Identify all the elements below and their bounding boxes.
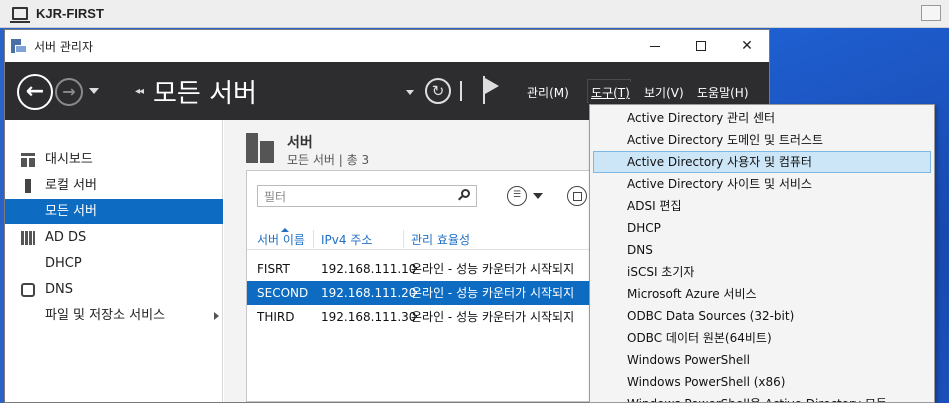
breadcrumb-arrows[interactable]: ◂◂ (135, 86, 144, 97)
refresh-icon: ↻ (431, 82, 445, 100)
cell-server-name: THIRD (257, 310, 295, 324)
menu-view[interactable]: 보기(V) (642, 82, 686, 103)
server-icon (25, 179, 31, 193)
menu-manage[interactable]: 관리(M) (525, 82, 571, 103)
cell-ipv4: 192.168.111.20 (321, 286, 417, 300)
servers-section-icon (246, 133, 274, 163)
sidebar-item-dashboard[interactable]: 대시보드 (5, 147, 223, 172)
search-icon[interactable] (458, 189, 470, 201)
cell-manageability: 온라인 - 성능 카운터가 시작되지 (411, 262, 575, 276)
sidebar-item-all-servers[interactable]: 모든 서버 (5, 199, 223, 224)
history-dropdown-icon[interactable] (89, 88, 99, 94)
divider (460, 81, 462, 101)
window-title: 서버 관리자 (34, 40, 94, 54)
menu-item-ad-admin-center[interactable]: Active Directory 관리 센터 (593, 107, 931, 129)
back-button[interactable]: ← (17, 74, 53, 110)
column-manageability[interactable]: 관리 효율성 (411, 231, 470, 248)
cell-ipv4: 192.168.111.10 (321, 262, 417, 276)
server-manager-icon (11, 39, 27, 53)
column-ipv4[interactable]: IPv4 주소 (321, 231, 372, 248)
sidebar-item-label: 모든 서버 (45, 204, 97, 219)
list-options-dropdown-icon[interactable] (533, 193, 543, 199)
menu-tools[interactable]: 도구(T) (589, 82, 632, 103)
menu-item-powershell-x86[interactable]: Windows PowerShell (x86) (593, 371, 931, 393)
column-server-name[interactable]: 서버 이름 (257, 231, 305, 248)
sidebar: 대시보드 로컬 서버 모든 서버 AD DS DHCP DNS 파일 및 저장소… (5, 120, 223, 402)
page-title: 모든 서버 (153, 79, 257, 109)
ad-ds-icon (21, 231, 35, 245)
cell-ipv4: 192.168.111.30 (321, 310, 417, 324)
monitor-icon (10, 7, 30, 23)
maximize-button[interactable] (678, 34, 724, 58)
vm-title-bar: KJR-FIRST (0, 0, 949, 28)
menu-item-adsi-edit[interactable]: ADSI 편집 (593, 195, 931, 217)
maximize-icon (696, 41, 706, 51)
sidebar-item-label: DNS (45, 282, 73, 297)
menu-item-odbc-32[interactable]: ODBC Data Sources (32-bit) (593, 305, 931, 327)
sidebar-item-label: AD DS (45, 230, 87, 245)
menu-help[interactable]: 도움말(H) (695, 82, 751, 103)
menu-item-odbc-64[interactable]: ODBC 데이터 원본(64비트) (593, 327, 931, 349)
menu-item-powershell-ad-module[interactable]: Windows PowerShell용 Active Directory 모듈 (593, 393, 931, 402)
sidebar-item-local-server[interactable]: 로컬 서버 (5, 173, 223, 198)
section-subtitle: 모든 서버 | 총 3 (287, 153, 370, 167)
sort-ascending-icon (281, 228, 289, 232)
vm-control-button[interactable] (921, 5, 941, 21)
sidebar-item-dns[interactable]: DNS (5, 277, 223, 302)
window-title-bar[interactable]: 서버 관리자 ✕ (5, 30, 769, 62)
minimize-button[interactable] (632, 34, 678, 58)
vm-title: KJR-FIRST (36, 6, 104, 21)
cell-server-name: SECOND (257, 286, 309, 300)
arrow-left-icon: ← (25, 79, 45, 104)
arrow-right-icon: → (62, 82, 76, 101)
menu-item-iscsi-initiator[interactable]: iSCSI 초기자 (593, 261, 931, 283)
sidebar-item-label: 대시보드 (45, 152, 93, 167)
column-divider[interactable] (313, 230, 314, 248)
menu-item-dns[interactable]: DNS (593, 239, 931, 261)
sidebar-item-ad-ds[interactable]: AD DS (5, 225, 223, 250)
breadcrumb-dropdown-icon[interactable] (406, 90, 414, 95)
column-divider[interactable] (403, 230, 404, 248)
cell-manageability: 온라인 - 성능 카운터가 시작되지 (411, 310, 575, 324)
menu-item-powershell[interactable]: Windows PowerShell (593, 349, 931, 371)
sidebar-item-label: 파일 및 저장소 서비스 (45, 308, 166, 323)
menu-item-azure-services[interactable]: Microsoft Azure 서비스 (593, 283, 931, 305)
menu-item-ad-sites-services[interactable]: Active Directory 사이트 및 서비스 (593, 173, 931, 195)
filter-box[interactable] (257, 185, 477, 207)
servers-icon (21, 205, 35, 219)
dhcp-icon (21, 257, 35, 271)
close-button[interactable]: ✕ (724, 34, 770, 58)
sidebar-item-dhcp[interactable]: DHCP (5, 251, 223, 276)
section-title: 서버 (287, 135, 313, 151)
list-options-icon[interactable]: ☰ (507, 186, 527, 206)
cell-server-name: FISRT (257, 262, 290, 276)
chevron-right-icon[interactable] (214, 312, 219, 320)
minimize-icon (650, 45, 660, 47)
save-query-icon[interactable] (567, 186, 587, 206)
filter-input[interactable] (264, 189, 454, 204)
close-icon: ✕ (741, 38, 753, 54)
cell-manageability: 온라인 - 성능 카운터가 시작되지 (411, 286, 575, 300)
dashboard-icon (21, 153, 35, 167)
sidebar-item-label: DHCP (45, 256, 82, 271)
menu-item-dhcp[interactable]: DHCP (593, 217, 931, 239)
notifications-flag-icon[interactable] (483, 76, 501, 104)
refresh-button[interactable]: ↻ (425, 78, 451, 104)
sidebar-item-label: 로컬 서버 (45, 178, 97, 193)
menu-item-ad-users-computers[interactable]: Active Directory 사용자 및 컴퓨터 (593, 151, 931, 173)
sidebar-item-file-storage[interactable]: 파일 및 저장소 서비스 (5, 303, 223, 328)
file-storage-icon (21, 309, 35, 323)
dns-icon (21, 283, 35, 297)
tools-dropdown-menu: Active Directory 관리 센터 Active Directory … (589, 104, 935, 403)
forward-button[interactable]: → (55, 78, 83, 106)
menu-item-ad-domains-trusts[interactable]: Active Directory 도메인 및 트러스트 (593, 129, 931, 151)
